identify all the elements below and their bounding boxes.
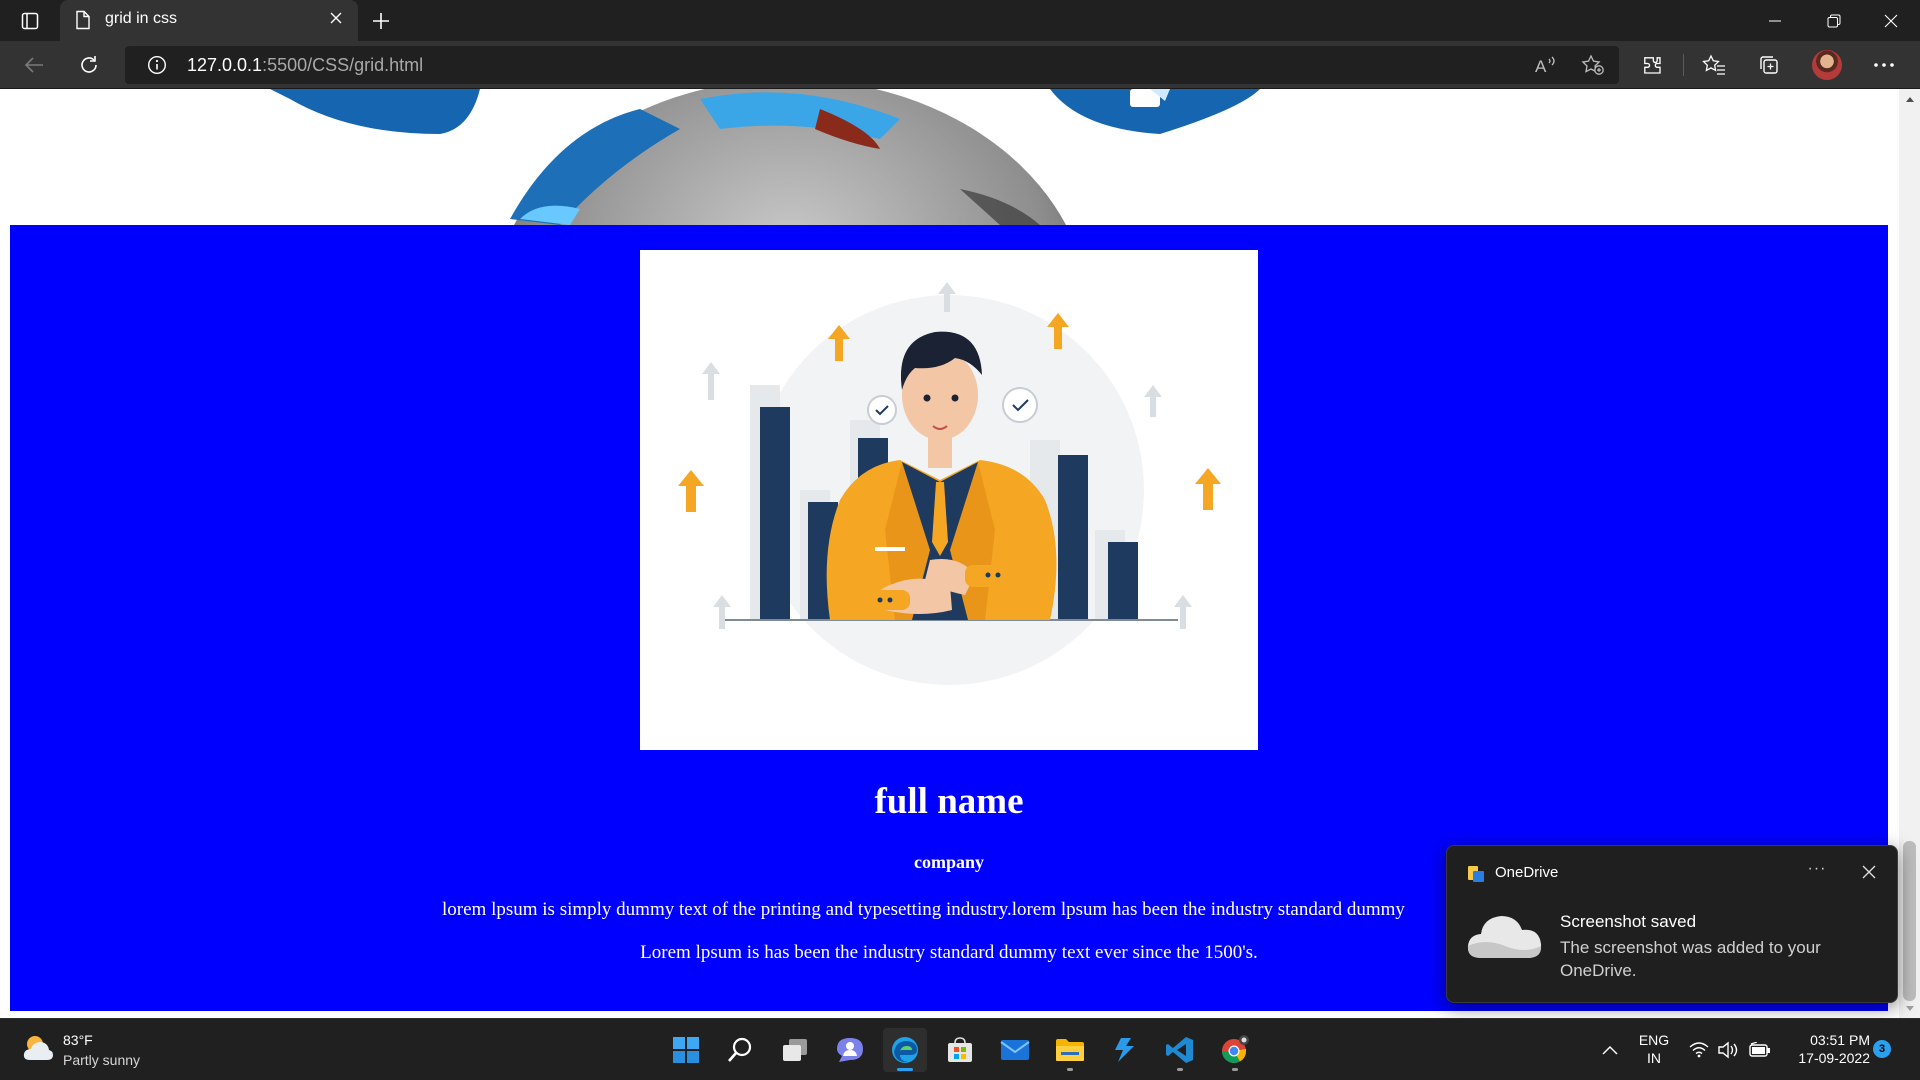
collections-icon[interactable] (1753, 49, 1785, 81)
search-icon[interactable] (718, 1028, 762, 1072)
clock-time: 03:51 PM (1810, 1032, 1870, 1048)
chat-icon[interactable] (828, 1028, 872, 1072)
notification-more-icon[interactable]: ··· (1803, 860, 1831, 884)
site-info-icon[interactable] (147, 55, 167, 80)
notification-title: Screenshot saved (1560, 912, 1697, 931)
back-arrow-icon[interactable] (18, 49, 50, 81)
close-tab-icon[interactable] (328, 10, 344, 31)
edge-icon[interactable] (883, 1028, 927, 1072)
clock-date: 17-09-2022 (1798, 1050, 1870, 1066)
edge-active-indicator (897, 1068, 913, 1071)
add-favorite-icon[interactable] (1579, 54, 1607, 76)
tab-title: grid in css (105, 10, 178, 27)
battery-icon[interactable] (1749, 1039, 1771, 1061)
onedrive-notification[interactable]: OneDrive ··· Screenshot saved The screen… (1446, 845, 1898, 1003)
mail-icon[interactable] (993, 1028, 1037, 1072)
partly-sunny-icon[interactable] (22, 1033, 54, 1068)
file-explorer-icon[interactable] (1048, 1028, 1092, 1072)
more-options-icon[interactable] (1868, 49, 1900, 81)
region-code: IN (1647, 1050, 1661, 1066)
system-clock[interactable]: 03:51 PM 17-09-2022 (1782, 1031, 1870, 1067)
refresh-icon[interactable] (73, 49, 105, 81)
scrollbar-thumb[interactable] (1903, 841, 1916, 1001)
input-language[interactable]: ENG IN (1637, 1031, 1671, 1067)
favorites-icon[interactable] (1698, 49, 1730, 81)
notification-close-icon[interactable] (1857, 860, 1881, 884)
page-scrollbar[interactable] (1899, 89, 1920, 1018)
vs-code-indicator (1177, 1068, 1183, 1071)
task-view-icon[interactable] (773, 1028, 817, 1072)
vs-code-insiders-icon[interactable] (1103, 1028, 1147, 1072)
restore-icon[interactable] (1805, 0, 1863, 41)
globe-image (0, 89, 1899, 225)
businessman-illustration (640, 250, 1258, 750)
notification-app-name: OneDrive (1495, 864, 1559, 881)
new-tab-icon[interactable] (368, 8, 394, 34)
tab-actions-icon[interactable] (14, 8, 46, 34)
address-bar[interactable]: 127.0.0.1:5500/CSS/grid.html A (125, 46, 1619, 84)
profile-avatar[interactable] (1812, 50, 1842, 80)
toolbar-separator (1683, 54, 1684, 76)
windows-taskbar: 83°F Partly sunny ENG IN 03:51 PM 17-09-… (0, 1018, 1920, 1080)
description-paragraph-1: lorem lpsum is simply dummy text of the … (442, 899, 1405, 920)
close-window-icon[interactable] (1862, 0, 1920, 41)
svg-text:A: A (1535, 57, 1547, 75)
language-code: ENG (1638, 1032, 1670, 1048)
browser-tab[interactable]: grid in css (60, 0, 358, 41)
vs-code-icon[interactable] (1158, 1028, 1202, 1072)
start-icon[interactable] (664, 1028, 708, 1072)
notification-count-badge[interactable]: 3 (1873, 1040, 1891, 1058)
file-explorer-indicator (1067, 1068, 1073, 1071)
browser-toolbar: 127.0.0.1:5500/CSS/grid.html A (0, 41, 1920, 89)
show-hidden-icons-chevron-up-icon[interactable] (1599, 1039, 1621, 1061)
chrome-indicator (1232, 1068, 1238, 1071)
chrome-icon[interactable] (1213, 1028, 1257, 1072)
volume-icon[interactable] (1717, 1039, 1739, 1061)
cloud-icon (1465, 908, 1545, 969)
browser-title-bar: grid in css (0, 0, 1920, 41)
url-text[interactable]: 127.0.0.1:5500/CSS/grid.html (187, 55, 423, 76)
notification-body: The screenshot was added to your OneDriv… (1560, 938, 1821, 980)
store-icon[interactable] (938, 1028, 982, 1072)
read-aloud-icon[interactable]: A (1532, 54, 1560, 76)
wifi-icon[interactable] (1688, 1039, 1710, 1061)
minimize-icon[interactable] (1746, 0, 1804, 41)
scroll-up-icon[interactable] (1899, 89, 1920, 109)
extensions-icon[interactable] (1636, 49, 1668, 81)
weather-temperature[interactable]: 83°F (63, 1032, 93, 1048)
page-icon (74, 10, 92, 35)
scroll-down-icon[interactable] (1899, 998, 1920, 1018)
weather-condition[interactable]: Partly sunny (63, 1052, 140, 1068)
full-name-heading: full name (874, 781, 1024, 822)
onedrive-app-icon (1467, 865, 1485, 888)
